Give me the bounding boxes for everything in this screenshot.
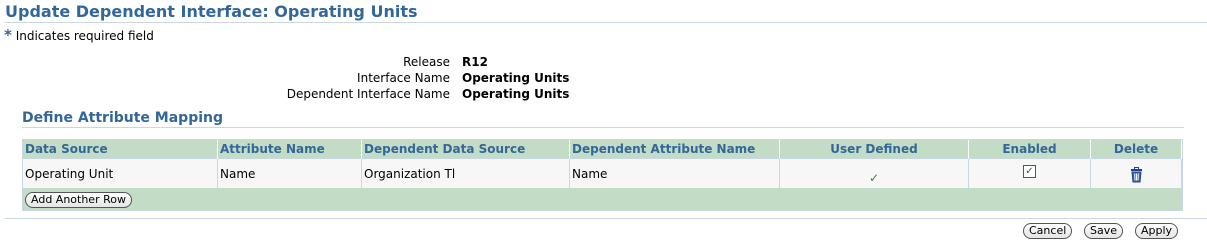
info-label: Release xyxy=(403,55,450,69)
cell-dependent-data-source: Organization Tl xyxy=(361,158,570,188)
info-interface-name: Interface Name Operating Units xyxy=(0,70,1207,86)
column-header-user-defined: User Defined xyxy=(779,140,969,159)
column-header-dependent-attribute-name: Dependent Attribute Name xyxy=(569,140,780,159)
info-release: Release R12 xyxy=(0,54,1207,70)
enabled-checkbox[interactable]: ✓ xyxy=(1023,165,1036,178)
cell-user-defined: ✓ xyxy=(779,158,969,188)
section-title: Define Attribute Mapping xyxy=(22,110,224,126)
apply-button[interactable]: Apply xyxy=(1135,223,1179,239)
title-divider xyxy=(5,22,1207,23)
cell-dependent-attribute-name: Name xyxy=(569,158,780,188)
table-header-row: Data Source Attribute Name Dependent Dat… xyxy=(23,140,1182,159)
required-star: * xyxy=(4,26,12,44)
check-icon: ✓ xyxy=(868,170,880,185)
save-button[interactable]: Save xyxy=(1084,223,1124,239)
info-value: Operating Units xyxy=(462,71,570,85)
required-field-note: * Indicates required field xyxy=(4,26,154,44)
section-divider xyxy=(22,127,1184,128)
cell-enabled: ✓ xyxy=(968,158,1091,188)
add-another-row-button[interactable]: Add Another Row xyxy=(25,192,132,208)
info-dependent-interface-name: Dependent Interface Name Operating Units xyxy=(0,86,1207,102)
cell-attribute-name: Name xyxy=(217,158,362,188)
cell-data-source: Operating Unit xyxy=(23,158,218,188)
trash-icon[interactable] xyxy=(1130,167,1143,186)
footer-divider xyxy=(5,218,1207,219)
column-header-attribute-name: Attribute Name xyxy=(217,140,362,159)
page-title: Update Dependent Interface: Operating Un… xyxy=(5,2,418,21)
info-value: R12 xyxy=(462,55,488,69)
info-value: Operating Units xyxy=(462,87,570,101)
column-header-dependent-data-source: Dependent Data Source xyxy=(361,140,570,159)
column-header-enabled: Enabled xyxy=(968,140,1091,159)
column-header-delete: Delete xyxy=(1090,140,1182,159)
table-row: Operating Unit Name Organization Tl Name… xyxy=(23,158,1182,188)
info-label: Dependent Interface Name xyxy=(286,87,450,101)
required-note-text: Indicates required field xyxy=(15,29,154,43)
column-header-data-source: Data Source xyxy=(23,140,218,159)
attribute-mapping-table: Data Source Attribute Name Dependent Dat… xyxy=(22,139,1183,211)
cancel-button[interactable]: Cancel xyxy=(1023,223,1073,239)
cell-delete xyxy=(1090,158,1182,188)
info-label: Interface Name xyxy=(357,71,450,85)
